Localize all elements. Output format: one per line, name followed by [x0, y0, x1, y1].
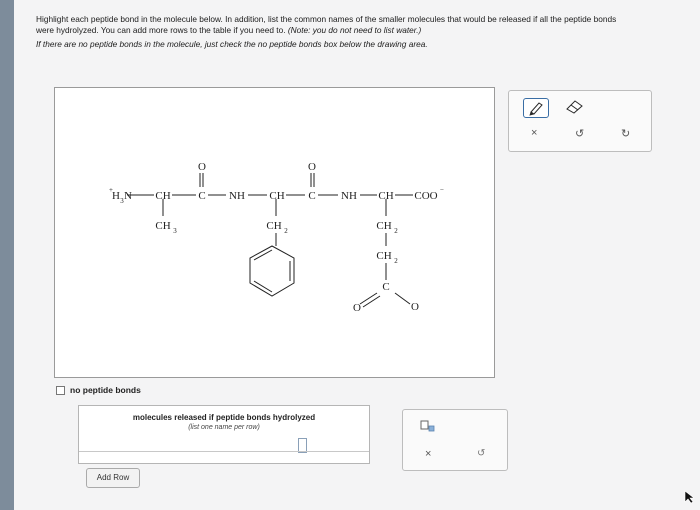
undo-button[interactable]: ↺	[575, 127, 584, 140]
instruction-line-3-b: no	[78, 39, 88, 50]
charge-minus: −	[440, 186, 444, 194]
clear-answer-button[interactable]: ×	[425, 448, 431, 460]
instruction-line-2-text: were hydrolyzed. You can add more rows t…	[36, 24, 288, 35]
table-row-divider	[79, 451, 369, 452]
undo-answer-button[interactable]: ↺	[477, 448, 485, 459]
subscript-icon	[420, 420, 435, 432]
instruction-line-3-d: no peptide bonds	[257, 39, 322, 50]
answer-controls: × ↺	[402, 409, 508, 471]
label-h: H	[112, 190, 120, 202]
mouse-cursor-icon	[684, 490, 695, 504]
drawing-area[interactable]: + H 3 N CH CH 3 C O NH CH CH 2 C O NH CH…	[54, 87, 495, 378]
redo-button[interactable]: ↻	[621, 127, 630, 140]
label-side-ch2-a: CH	[376, 220, 391, 232]
table-header: molecules released if peptide bonds hydr…	[132, 413, 316, 422]
instruction-line-1: Highlight each peptide bond in the molec…	[36, 14, 617, 24]
drawing-toolbox: × ↺ ↻	[508, 90, 652, 152]
label-side-o-right: O	[411, 301, 419, 313]
label-n: N	[124, 190, 132, 202]
eraser-tool-button[interactable]	[563, 98, 585, 116]
label-carbonyl-o-2: O	[308, 161, 316, 173]
table-subheader: (list one name per row)	[188, 424, 260, 431]
left-edge-strip	[0, 0, 14, 510]
label-carbonyl-c-1: C	[198, 190, 205, 202]
clear-drawing-button[interactable]: ×	[531, 127, 537, 139]
highlight-tool-button[interactable]	[523, 98, 549, 118]
pencil-icon	[529, 102, 543, 116]
released-molecules-table: molecules released if peptide bonds hydr…	[78, 405, 370, 464]
add-row-button[interactable]: Add Row	[86, 468, 140, 488]
no-peptide-bonds-checkbox[interactable]	[56, 385, 65, 395]
label-nh-1: NH	[229, 190, 245, 202]
label-benzyl-ch: CH	[266, 220, 281, 232]
instruction-line-3-e: box below the drawing area.	[321, 39, 428, 50]
label-side-c: C	[382, 281, 389, 293]
label-ch-2: CH	[269, 190, 284, 202]
label-ch-3: CH	[378, 190, 393, 202]
instructions: Highlight each peptide bond in the molec…	[36, 14, 700, 50]
instruction-line-3-a: If there are	[36, 39, 79, 50]
label-carbonyl-c-2: C	[308, 190, 315, 202]
label-benzyl-sub: 2	[284, 227, 288, 235]
instruction-line-2: were hydrolyzed. You can add more rows t…	[36, 25, 700, 36]
no-peptide-bonds-option[interactable]: no peptide bonds	[56, 385, 141, 395]
label-side-ch2-a-sub: 2	[394, 227, 398, 235]
subscript-button[interactable]	[417, 419, 439, 433]
instruction-note: (Note: you do not need to list water.)	[287, 24, 422, 35]
label-methyl-sub: 3	[173, 227, 177, 235]
no-peptide-bonds-label: no peptide bonds	[70, 385, 141, 395]
molecule-drawing[interactable]: + H 3 N CH CH 3 C O NH CH CH 2 C O NH CH…	[55, 88, 494, 377]
label-nh-2: NH	[341, 190, 357, 202]
label-side-ch2-b-sub: 2	[394, 257, 398, 265]
label-side-o-left: O	[353, 302, 361, 314]
label-carbonyl-o-1: O	[198, 161, 206, 173]
instruction-line-3: If there are no peptide bonds in the mol…	[36, 39, 700, 50]
label-coo: COO	[414, 190, 437, 202]
instruction-line-3-c: peptide bonds in the molecule, just chec…	[87, 39, 258, 50]
label-side-ch2-b: CH	[376, 250, 391, 262]
label-methyl-ch: CH	[155, 220, 170, 232]
eraser-icon	[566, 100, 583, 114]
label-ch-1: CH	[155, 190, 170, 202]
